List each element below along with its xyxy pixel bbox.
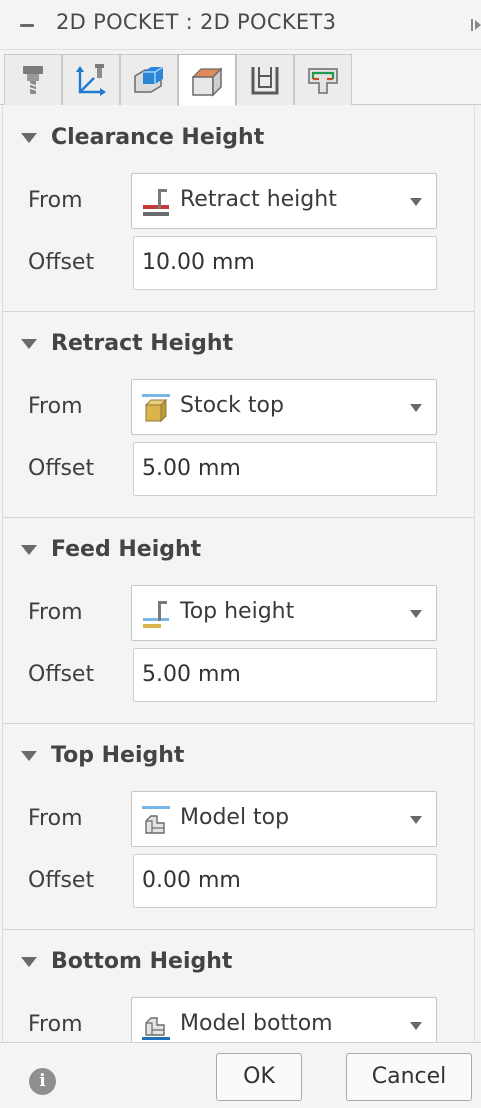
chevron-down-icon — [410, 404, 422, 412]
dropdown-value: Model top — [180, 805, 290, 830]
section-top-height: Top Height From Model top Offset 0.00 mm — [3, 724, 474, 930]
dropdown-value: Model bottom — [180, 1011, 333, 1036]
from-label: From — [28, 1012, 83, 1037]
dialog-title: 2D POCKET : 2D POCKET3 — [56, 10, 337, 34]
passes-icon — [251, 67, 279, 95]
feed-from-dropdown[interactable]: Top height — [131, 585, 437, 641]
collapse-triangle-icon[interactable] — [21, 545, 37, 555]
parameters-panel[interactable]: Clearance Height From Retract height Off… — [2, 106, 474, 1042]
ok-button[interactable]: OK — [216, 1053, 302, 1101]
cancel-button[interactable]: Cancel — [346, 1053, 472, 1101]
section-title: Retract Height — [51, 331, 234, 356]
input-value: 5.00 mm — [142, 662, 241, 687]
retract-from-dropdown[interactable]: Stock top — [131, 379, 437, 435]
section-title: Feed Height — [51, 537, 202, 562]
clearance-offset-input[interactable]: 10.00 mm — [133, 236, 437, 290]
section-title: Top Height — [51, 743, 185, 768]
tab-passes[interactable] — [236, 54, 294, 105]
retract-height-icon — [143, 189, 169, 216]
chevron-down-icon — [410, 1022, 422, 1030]
dialog-footer: i OK Cancel — [0, 1042, 481, 1108]
tab-bar — [0, 50, 481, 106]
tab-linking[interactable] — [294, 54, 352, 105]
feed-offset-input[interactable]: 5.00 mm — [133, 648, 437, 702]
offset-label: Offset — [28, 868, 95, 893]
top-height-icon — [143, 601, 169, 628]
info-icon[interactable]: i — [29, 1068, 56, 1095]
section-header[interactable]: Clearance Height — [3, 120, 303, 156]
panel-grip-icon[interactable] — [471, 16, 481, 34]
retract-offset-input[interactable]: 5.00 mm — [133, 442, 437, 496]
dropdown-value: Retract height — [180, 187, 337, 212]
heights-icon — [191, 66, 223, 97]
offset-label: Offset — [28, 456, 95, 481]
clearance-from-dropdown[interactable]: Retract height — [131, 173, 437, 229]
dialog-titlebar: 2D POCKET : 2D POCKET3 — [0, 0, 481, 50]
model-top-icon — [142, 806, 170, 834]
section-title: Clearance Height — [51, 125, 265, 150]
chevron-down-icon — [410, 816, 422, 824]
input-value: 5.00 mm — [142, 456, 241, 481]
geometry-axis-icon — [76, 64, 106, 96]
linking-icon — [308, 68, 338, 94]
dropdown-value: Stock top — [180, 393, 284, 418]
tool-icon — [23, 66, 43, 94]
input-value: 0.00 mm — [142, 868, 241, 893]
collapse-triangle-icon[interactable] — [21, 339, 37, 349]
tab-geometry-axis[interactable] — [62, 54, 120, 105]
offset-label: Offset — [28, 250, 95, 275]
section-header[interactable]: Top Height — [3, 738, 303, 774]
collapse-triangle-icon[interactable] — [21, 751, 37, 761]
top-from-dropdown[interactable]: Model top — [131, 791, 437, 847]
tab-tool[interactable] — [4, 54, 62, 105]
section-header[interactable]: Feed Height — [3, 532, 303, 568]
input-value: 10.00 mm — [142, 250, 255, 275]
section-bottom-height: Bottom Height From Model bottom — [3, 930, 474, 1042]
model-bottom-icon — [142, 1017, 170, 1040]
from-label: From — [28, 600, 83, 625]
section-header[interactable]: Bottom Height — [3, 944, 303, 980]
section-header[interactable]: Retract Height — [3, 326, 303, 362]
bottom-from-dropdown[interactable]: Model bottom — [131, 997, 437, 1042]
offset-label: Offset — [28, 662, 95, 687]
collapse-icon[interactable] — [20, 24, 34, 27]
from-label: From — [28, 394, 83, 419]
top-offset-input[interactable]: 0.00 mm — [133, 854, 437, 908]
stock-top-icon — [142, 394, 170, 423]
from-label: From — [28, 188, 83, 213]
section-title: Bottom Height — [51, 949, 233, 974]
geometry-icon — [134, 66, 164, 93]
collapse-triangle-icon[interactable] — [21, 133, 37, 143]
dropdown-value: Top height — [180, 599, 295, 624]
section-clearance-height: Clearance Height From Retract height Off… — [3, 106, 474, 312]
chevron-down-icon — [410, 198, 422, 206]
section-retract-height: Retract Height From Stock top Offset 5.0… — [3, 312, 474, 518]
scrollbar[interactable] — [474, 106, 481, 1042]
section-feed-height: Feed Height From Top height Offset 5.00 … — [3, 518, 474, 724]
chevron-down-icon — [410, 610, 422, 618]
tab-heights[interactable] — [178, 54, 236, 106]
from-label: From — [28, 806, 83, 831]
collapse-triangle-icon[interactable] — [21, 957, 37, 967]
tab-geometry[interactable] — [120, 54, 178, 105]
